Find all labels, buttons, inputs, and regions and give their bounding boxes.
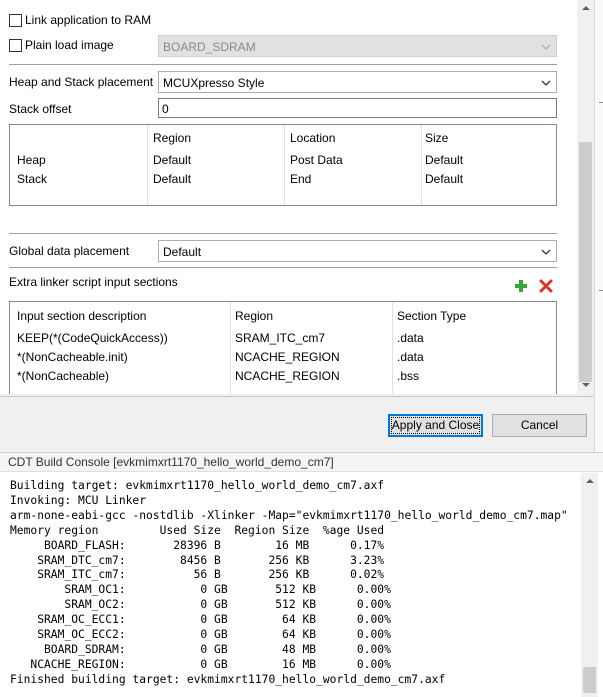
table-cell[interactable]: *(NonCacheable.init) — [17, 349, 128, 365]
column-divider — [392, 302, 393, 394]
console-line: SRAM_OC_ECC1: 0 GB 64 KB 0.00% — [10, 613, 391, 627]
column-divider — [147, 125, 148, 205]
column-header: Input section description — [17, 309, 147, 323]
table-cell[interactable]: .data — [397, 349, 424, 365]
console-line: Invoking: MCU Linker — [10, 493, 147, 507]
table-cell[interactable]: NCACHE_REGION — [235, 368, 340, 384]
sections-table: Input section description Region Section… — [9, 301, 557, 394]
heap-stack-placement-value: MCUXpresso Style — [163, 76, 265, 90]
console-line: arm-none-eabi-gcc -nostdlib -Xlinker -Ma… — [10, 508, 568, 522]
settings-panel: Link application to RAM Plain load image… — [0, 0, 583, 394]
console-line: SRAM_OC2: 0 GB 512 KB 0.00% — [10, 598, 391, 612]
table-cell[interactable]: Default — [425, 152, 463, 168]
link-to-ram-label: Link application to RAM — [25, 13, 152, 27]
extra-sections-label: Extra linker script input sections — [9, 275, 178, 289]
divider — [0, 396, 594, 397]
scroll-down-icon[interactable] — [582, 383, 590, 387]
plus-icon[interactable] — [513, 278, 529, 294]
build-console-view: CDT Build Console [evkmimxrt1170_hello_w… — [0, 452, 603, 697]
column-header: Size — [425, 131, 449, 145]
console-line: SRAM_OC1: 0 GB 512 KB 0.00% — [10, 583, 391, 597]
console-line: NCACHE_REGION: 0 GB 16 MB 0.00% — [10, 657, 391, 671]
link-to-ram-checkbox[interactable] — [9, 14, 22, 27]
scrollbar-thumb[interactable] — [579, 142, 592, 382]
edge-marker — [599, 290, 603, 291]
table-cell[interactable]: Default — [425, 171, 463, 187]
chevron-down-icon — [541, 80, 551, 86]
global-data-placement-combo[interactable]: Default — [158, 240, 557, 262]
table-cell[interactable]: Stack — [17, 171, 47, 187]
column-header: Region — [153, 131, 192, 145]
column-header: Location — [290, 131, 336, 145]
console-line: Finished building target: evkmimxrt1170_… — [10, 672, 446, 686]
plain-load-image-region-combo[interactable]: BOARD_SDRAM — [158, 35, 557, 57]
console-line: Memory region Used Size Region Size %age… — [10, 523, 385, 537]
table-cell[interactable]: KEEP(*(CodeQuickAccess)) — [17, 330, 168, 346]
chevron-down-icon — [541, 44, 551, 50]
table-cell[interactable]: Post Data — [290, 152, 343, 168]
column-divider — [421, 125, 422, 205]
table-cell[interactable]: NCACHE_REGION — [235, 349, 340, 365]
table-cell[interactable]: .data — [397, 330, 424, 346]
console-line: BOARD_FLASH: 28396 B 16 MB 0.17% — [10, 538, 385, 552]
console-text: Building target: evkmimxrt1170_hello_wor… — [10, 479, 568, 688]
console-title-bar: CDT Build Console [evkmimxrt1170_hello_w… — [0, 453, 603, 472]
cancel-button[interactable]: Cancel — [492, 414, 587, 437]
scrollbar-thumb[interactable] — [583, 667, 596, 693]
table-cell[interactable]: Default — [153, 152, 191, 168]
apply-and-close-button[interactable]: Apply and Close — [388, 414, 483, 437]
settings-scrollbar[interactable] — [577, 0, 594, 394]
console-title: CDT Build Console [evkmimxrt1170_hello_w… — [8, 455, 334, 469]
linker-settings-dialog: Link application to RAM Plain load image… — [0, 0, 603, 452]
column-header: Region — [235, 309, 274, 323]
plain-load-image-region-value: BOARD_SDRAM — [163, 40, 256, 54]
plain-load-image-checkbox[interactable] — [9, 39, 22, 52]
table-cell[interactable]: Default — [153, 171, 191, 187]
table-cell[interactable]: .bss — [397, 368, 419, 384]
console-line: SRAM_OC_ECC2: 0 GB 64 KB 0.00% — [10, 628, 391, 642]
column-divider — [284, 125, 285, 205]
table-cell[interactable]: End — [290, 171, 311, 187]
heap-stack-placement-combo[interactable]: MCUXpresso Style — [158, 71, 557, 93]
divider — [9, 267, 557, 268]
editor-edge-strip — [594, 0, 603, 452]
console-line: SRAM_DTC_cm7: 8456 B 256 KB 3.23% — [10, 553, 385, 567]
stack-offset-label: Stack offset — [9, 102, 72, 116]
table-cell[interactable]: Heap — [17, 152, 46, 168]
edge-marker — [599, 102, 603, 103]
chevron-down-icon — [541, 249, 551, 255]
heap-stack-table: Region Location Size Heap Default Post D… — [9, 124, 557, 206]
console-line: BOARD_SDRAM: 0 GB 48 MB 0.00% — [10, 642, 391, 656]
table-cell[interactable]: SRAM_ITC_cm7 — [235, 330, 325, 346]
plain-load-image-label: Plain load image — [25, 38, 114, 52]
console-output[interactable]: Building target: evkmimxrt1170_hello_wor… — [0, 473, 581, 697]
scroll-up-icon[interactable] — [582, 6, 590, 10]
console-line: Building target: evkmimxrt1170_hello_wor… — [10, 479, 385, 492]
global-data-placement-value: Default — [163, 245, 202, 259]
divider — [9, 233, 557, 234]
stack-offset-value: 0 — [162, 102, 169, 116]
console-line: SRAM_ITC_cm7: 56 B 256 KB 0.02% — [10, 568, 385, 582]
console-scrollbar[interactable] — [581, 473, 598, 697]
scroll-up-icon[interactable] — [586, 479, 594, 483]
column-header: Section Type — [397, 309, 467, 323]
stack-offset-field[interactable]: 0 — [158, 98, 557, 118]
delete-icon[interactable] — [538, 278, 554, 294]
global-data-placement-label: Global data placement — [9, 244, 130, 258]
column-divider — [230, 302, 231, 394]
table-cell[interactable]: *(NonCacheable) — [17, 368, 109, 384]
heap-stack-placement-label: Heap and Stack placement — [9, 75, 154, 89]
divider — [9, 64, 557, 65]
